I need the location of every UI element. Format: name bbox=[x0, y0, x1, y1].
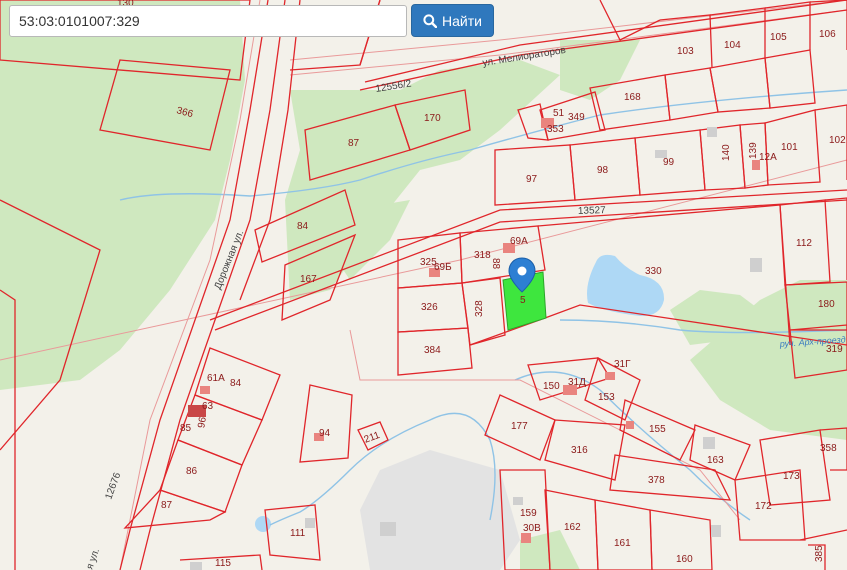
parcel-label: 31Д bbox=[568, 377, 586, 388]
parcel-label: 69Б bbox=[434, 262, 452, 273]
cadastral-number-input[interactable] bbox=[10, 6, 406, 36]
parcel-label: 159 bbox=[520, 508, 537, 519]
parcel-label: 161 bbox=[614, 538, 631, 549]
find-button-label: Найти bbox=[442, 12, 482, 29]
parcel-label: 153 bbox=[598, 392, 615, 403]
parcel-label: 150 bbox=[543, 381, 560, 392]
cadastral-map[interactable]: 5 130 366 87 170 84 167 325 69Б 318 88 6… bbox=[0, 0, 847, 570]
street-label: 13527 bbox=[578, 205, 607, 217]
parcel-label: 84 bbox=[297, 221, 309, 232]
parcel-label: 61А bbox=[207, 373, 225, 384]
parcel-label: 140 bbox=[721, 144, 732, 161]
parcel-label: 155 bbox=[649, 424, 666, 435]
parcel-label: 69А bbox=[510, 236, 528, 247]
parcel-label: 319 bbox=[826, 344, 843, 355]
parcel-label: 168 bbox=[624, 92, 641, 103]
parcel-label: 326 bbox=[421, 302, 438, 313]
parcel-label: 98 bbox=[597, 165, 609, 176]
parcel-label: 96 bbox=[196, 416, 209, 429]
parcel-label: 94 bbox=[319, 428, 331, 439]
parcel-label: 358 bbox=[820, 443, 837, 454]
parcel-label: 31Г bbox=[614, 359, 631, 370]
parcel-label: 30В bbox=[523, 523, 541, 534]
street-label: 12676 bbox=[103, 471, 123, 501]
parcel-label: 162 bbox=[564, 522, 581, 533]
parcel-label: 318 bbox=[474, 250, 491, 261]
parcel-label: 167 bbox=[300, 274, 317, 285]
parcel-label: 180 bbox=[818, 299, 835, 310]
parcel-label: 104 bbox=[724, 40, 741, 51]
parcel-label: 316 bbox=[571, 445, 588, 456]
parcel-label: 51 bbox=[553, 108, 565, 119]
parcel-label: 85 bbox=[180, 423, 192, 434]
parcel-label: 385 bbox=[814, 545, 825, 562]
search-icon bbox=[423, 13, 438, 28]
street-label: я ул. bbox=[84, 547, 102, 570]
street-label: Дорожная ул. bbox=[213, 229, 247, 291]
selected-parcel-label: 5 bbox=[520, 295, 526, 306]
gray-area bbox=[360, 450, 520, 570]
parcel-label: 97 bbox=[526, 174, 538, 185]
parcel-label: 115 bbox=[215, 558, 231, 569]
find-button[interactable]: Найти bbox=[411, 4, 494, 37]
parcel-label: 87 bbox=[348, 138, 360, 149]
parcel-label: 86 bbox=[186, 466, 198, 477]
parcel-label: 177 bbox=[511, 421, 528, 432]
parcel-label: 170 bbox=[424, 113, 441, 124]
parcel-label: 101 bbox=[781, 142, 798, 153]
search-field[interactable] bbox=[9, 5, 407, 37]
parcel-label: 12А bbox=[759, 152, 777, 163]
parcel-label: 173 bbox=[783, 471, 800, 482]
parcel-label: 349 bbox=[568, 112, 585, 123]
parcel-label: 211 bbox=[363, 430, 382, 446]
parcel-label: 172 bbox=[755, 501, 772, 512]
parcel-label: 87 bbox=[161, 500, 173, 511]
parcel-label: 328 bbox=[474, 300, 485, 317]
parcel-label: 378 bbox=[648, 475, 665, 486]
parcel-label: 139 bbox=[748, 142, 759, 159]
parcel-label: 102 bbox=[829, 135, 846, 146]
parcel-label: 106 bbox=[819, 29, 836, 40]
parcel-label: 105 bbox=[770, 32, 787, 43]
parcel-label: 330 bbox=[645, 266, 662, 277]
parcel-label: 88 bbox=[490, 258, 501, 270]
parcel-label: 353 bbox=[547, 124, 564, 135]
parcel-label: 99 bbox=[663, 157, 675, 168]
parcel-label: 163 bbox=[707, 455, 724, 466]
parcel-label: 112 bbox=[796, 238, 812, 249]
parcel-label: 384 bbox=[424, 345, 441, 356]
parcel-label: 63 bbox=[202, 401, 214, 412]
parcel-label: 111 bbox=[290, 528, 306, 539]
parcel-label: 160 bbox=[676, 554, 693, 565]
parcel-label: 103 bbox=[677, 46, 694, 57]
parcel-label: 84 bbox=[230, 378, 242, 389]
